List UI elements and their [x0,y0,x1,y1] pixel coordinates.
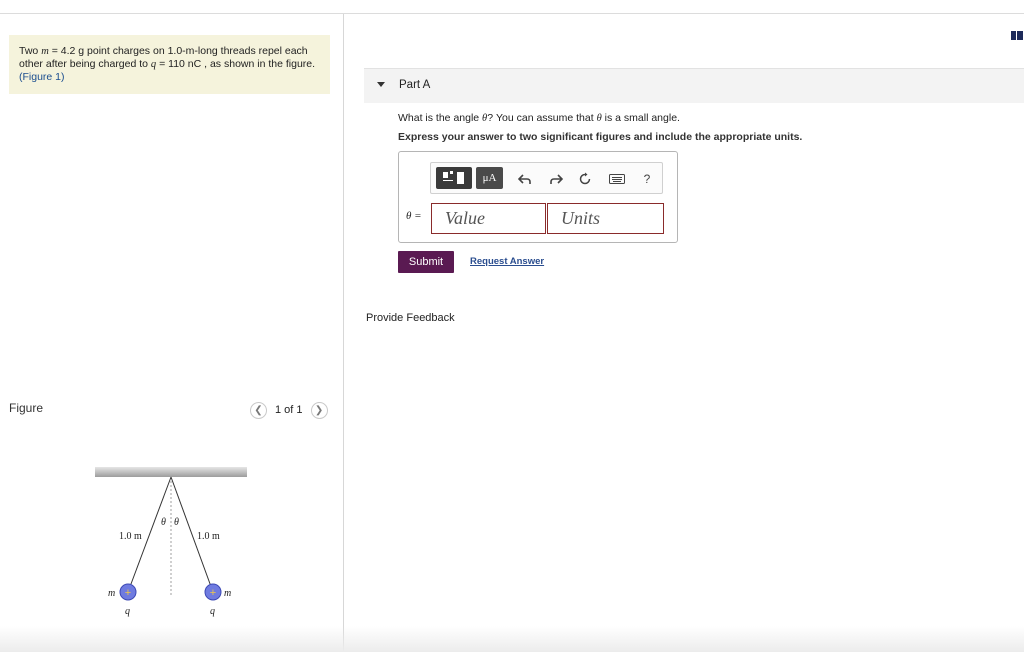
top-border [0,13,1024,14]
panel-divider [343,14,344,652]
thread-right-length: 1.0 m [197,531,220,542]
thread-left-length: 1.0 m [119,531,142,542]
help-button[interactable]: ? [638,170,656,188]
charge-left-sign: + [125,587,131,599]
units-input[interactable] [547,203,664,234]
charge-right-sign: + [210,587,216,599]
question-part: ? You can assume that [487,112,597,124]
part-a-header[interactable] [364,68,1024,103]
submit-button[interactable]: Submit [398,251,454,273]
provide-feedback-link[interactable]: Provide Feedback [366,312,455,324]
question-text: What is the angle θ? You can assume that… [398,112,680,124]
question-part: What is the angle [398,112,483,124]
answer-label: θ = [406,210,422,222]
problem-statement: Two m = 4.2 g point charges on 1.0-m-lon… [9,35,330,94]
instruction-text: Express your answer to two significant f… [398,131,803,143]
problem-text: other after being charged to [19,58,151,70]
ceiling [95,467,247,477]
undo-icon[interactable] [516,170,534,188]
bottom-fade [0,626,1024,652]
mass-right-label: m [224,588,231,599]
pager-text: 1 of 1 [275,404,303,416]
question-part: is a small angle. [601,112,680,124]
problem-text: = 4.2 g point charges on 1.0-m-long thre… [48,45,308,57]
theta-left-label: θ [161,517,166,528]
figure-link[interactable]: (Figure 1) [19,71,65,83]
redo-icon[interactable] [547,170,565,188]
figure-label: Figure [9,401,44,415]
book-icon[interactable] [1011,31,1023,40]
reset-icon[interactable] [576,170,594,188]
theta-right-label: θ [174,517,179,528]
mass-left-label: m [108,588,115,599]
units-button[interactable]: μA [476,167,503,189]
problem-text: Two [19,45,42,57]
figure-pager: ❮ 1 of 1 ❯ [250,400,328,420]
caret-down-icon[interactable] [377,82,385,87]
templates-button[interactable] [436,167,472,189]
chevron-right-icon[interactable]: ❯ [310,401,328,419]
value-input[interactable] [431,203,546,234]
mass-symbol: m [41,46,49,57]
request-answer-link[interactable]: Request Answer [470,256,544,267]
charge-right-label: q [210,606,215,617]
charge-left-label: q [125,606,130,617]
keyboard-icon[interactable] [608,170,626,188]
problem-text: = 110 nC , as shown in the figure. [156,58,316,70]
part-a-title: Part A [399,79,431,91]
chevron-left-icon[interactable]: ❮ [250,401,267,419]
figure-diagram: θ θ 1.0 m 1.0 m + + m m q q [95,467,247,617]
